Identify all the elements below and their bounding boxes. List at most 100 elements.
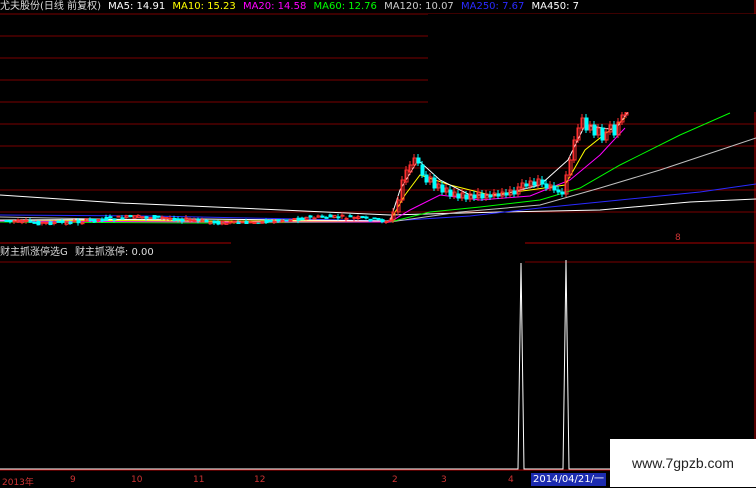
candle-body [584,117,589,131]
candle-body [540,179,545,185]
candle-body [176,218,181,221]
candle-body [340,214,345,217]
indicator-title: 财主抓涨停选G [0,247,68,258]
candle-body [480,193,485,199]
candle-body [28,220,33,223]
candle-body [112,218,117,221]
candle-body [204,219,209,223]
candle-body [4,219,9,222]
candle-body [40,221,45,224]
candle-body [308,215,313,218]
candle-body [300,217,305,221]
candle-body [80,222,85,225]
candle-body [72,220,77,223]
candle-body [384,220,389,223]
candle-body [368,218,373,222]
candle-body [24,219,29,222]
candle-body [312,217,317,220]
candle-body [32,221,37,224]
candle-body [344,217,349,220]
candle-body [416,157,421,164]
indicator-legend: 财主抓涨停选G 财主抓涨停: 0.00 [0,246,158,260]
candle-body [320,215,325,218]
x-tick: 4 [508,475,514,485]
candle-body [496,193,501,197]
candle-body [560,191,565,195]
candle-body [168,217,173,220]
candle-body [440,184,445,193]
candle-body [172,217,177,221]
indicator-signal [0,259,610,470]
candle-body [192,219,197,222]
candle-body [556,189,561,193]
x-tick: 3 [441,475,447,485]
candle-body [512,190,517,195]
candle-body [144,216,149,219]
obscured-region [428,14,756,112]
candle-body [108,216,113,219]
x-tick: 2 [392,475,398,485]
candle-body [36,221,41,226]
ma5-label: MA5: 14.91 [108,1,166,12]
candle-body [592,124,597,136]
candle-body [104,216,109,221]
candle-body [128,215,133,218]
candle-body [148,217,153,220]
stock-title: 尤夫股份(日线 前复权) [0,1,101,12]
candle-body [8,220,13,223]
candle-body [360,216,365,219]
main-chart-legend: 尤夫股份(日线 前复权) MA5: 14.91 MA10: 15.23 MA20… [0,0,583,14]
candle-body [504,192,509,196]
candle-body [240,221,245,224]
candle-body [376,217,381,220]
candle-body [544,183,549,189]
candle-body [328,214,333,218]
x-tick: 10 [131,475,143,485]
candle-body [336,216,341,219]
candle-body [212,220,217,224]
candle-body [68,221,73,225]
candle-body [92,218,97,223]
candle-body [56,220,61,223]
candle-body [292,218,297,221]
candle-body [268,219,273,222]
candle-body [216,221,221,225]
candle-body [284,219,289,222]
candle-body [464,194,469,200]
candle-body [152,215,157,220]
candle-body [160,216,165,219]
ma-line [0,127,626,223]
right-axis-value: 8 [675,233,681,243]
candle-body [348,215,353,218]
candle-body [420,164,425,176]
indicator-line [0,259,610,470]
ma450-label: MA450: 7 [531,1,580,12]
candle-body [472,194,477,199]
candle-body [164,217,169,220]
candle-body [448,189,453,197]
candle-body [60,220,65,223]
candle-body [380,219,385,223]
candle-body [96,218,101,221]
candle-body [180,218,185,222]
candle-body [120,217,125,220]
candle-body [76,220,81,224]
candle-body [228,221,233,224]
candle-body [156,215,161,218]
ma20-label: MA20: 14.58 [242,1,307,12]
candle-body [372,217,377,220]
candle-body [432,177,437,189]
x-tick: 2013年 [2,478,34,488]
candle-body [140,216,145,219]
watermark: www.7gpzb.com [610,439,756,487]
candle-body [88,218,93,221]
candle-body [44,221,49,224]
candle-body [12,220,17,223]
cursor-date-label: 2014/04/21/一 [531,473,607,486]
candle-body [196,218,201,221]
candle-body [600,127,605,141]
candle-body [532,181,537,186]
candle-body [296,217,301,221]
candle-body [288,219,293,222]
candle-body [456,193,461,199]
